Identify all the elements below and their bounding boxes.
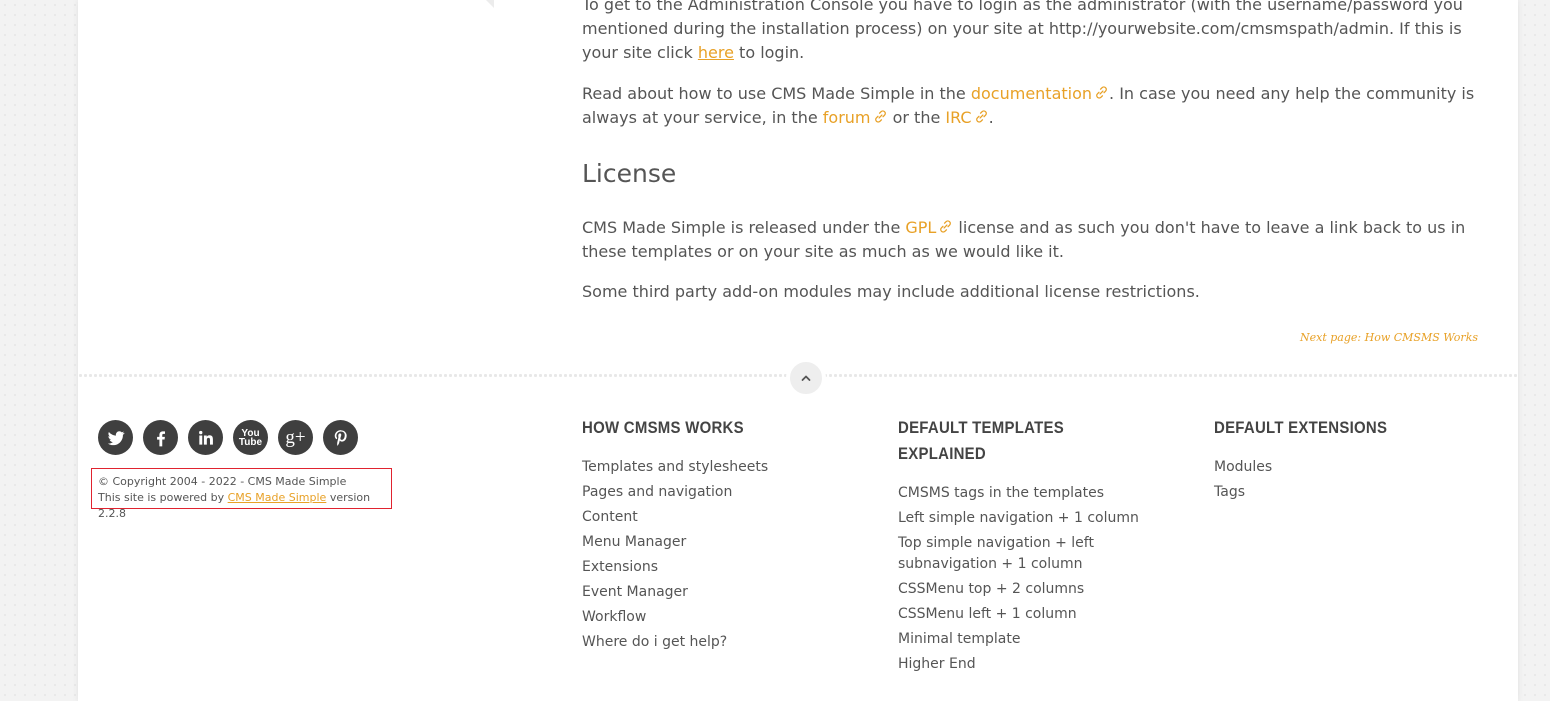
footer-link[interactable]: Content <box>582 507 862 528</box>
documentation-link[interactable]: documentation <box>971 84 1109 103</box>
footer-column-title: DEFAULT EXTENSIONS <box>1214 418 1388 437</box>
facebook-icon[interactable] <box>143 420 178 455</box>
docs-paragraph: Read about how to use CMS Made Simple in… <box>582 84 1475 127</box>
scroll-to-top-button[interactable] <box>786 358 826 398</box>
powered-by-text: This site is powered by CMS Made Simple … <box>98 491 371 520</box>
license-paragraph: CMS Made Simple is released under the GP… <box>582 218 1466 261</box>
external-link-icon <box>1096 86 1107 99</box>
footer-link[interactable]: Extensions <box>582 557 862 578</box>
next-page-link[interactable]: Next page: How CMSMS Works <box>1300 326 1478 350</box>
addon-license-paragraph: Some third party add-on modules may incl… <box>582 282 1200 301</box>
footer-link[interactable]: CSSMenu top + 2 columns <box>898 579 1188 600</box>
footer-link[interactable]: Top simple navigation + left subnavigati… <box>898 533 1188 575</box>
linkedin-icon[interactable] <box>188 420 223 455</box>
external-link-icon <box>975 110 987 123</box>
here-link[interactable]: here <box>698 43 734 62</box>
page-container: To get to the Administration Console you… <box>78 0 1518 701</box>
cms-made-simple-link[interactable]: CMS Made Simple <box>228 491 327 504</box>
social-links: You Tube g+ <box>98 420 358 455</box>
footer-link[interactable]: Left simple navigation + 1 column <box>898 508 1188 529</box>
decorative-corner <box>482 0 494 8</box>
external-link-icon <box>940 220 952 233</box>
external-link-icon <box>874 110 886 123</box>
footer-column-default-extensions: DEFAULT EXTENSIONS Modules Tags <box>1214 415 1494 507</box>
irc-link[interactable]: IRC <box>945 108 988 127</box>
copyright-text: © Copyright 2004 - 2022 - CMS Made Simpl… <box>98 475 347 488</box>
chevron-up-icon <box>801 375 811 381</box>
footer-column-default-templates: DEFAULT TEMPLATES EXPLAINED CMSMS tags i… <box>898 415 1188 679</box>
admin-paragraph: To get to the Administration Console you… <box>582 0 1463 62</box>
footer-link[interactable]: Minimal template <box>898 629 1188 650</box>
footer-link[interactable]: Menu Manager <box>582 532 862 553</box>
youtube-icon[interactable]: You Tube <box>233 420 268 455</box>
license-heading: License <box>582 159 677 188</box>
google-plus-icon[interactable]: g+ <box>278 420 313 455</box>
footer-column-title: HOW CMSMS WORKS <box>582 418 744 437</box>
gpl-link[interactable]: GPL <box>905 218 953 237</box>
footer-link[interactable]: CSSMenu left + 1 column <box>898 604 1188 625</box>
footer-link[interactable]: Where do i get help? <box>582 632 862 653</box>
footer-link[interactable]: Event Manager <box>582 582 862 603</box>
footer-link[interactable]: Templates and stylesheets <box>582 457 862 478</box>
footer-link[interactable]: Tags <box>1214 482 1494 503</box>
footer-link[interactable]: Workflow <box>582 607 862 628</box>
footer-link[interactable]: Higher End <box>898 654 1188 675</box>
footer-link[interactable]: CMSMS tags in the templates <box>898 483 1188 504</box>
footer-link[interactable]: Pages and navigation <box>582 482 862 503</box>
footer-column-title: DEFAULT TEMPLATES EXPLAINED <box>898 418 1065 463</box>
copyright-box: © Copyright 2004 - 2022 - CMS Made Simpl… <box>91 468 392 520</box>
footer-link[interactable]: Modules <box>1214 457 1494 478</box>
footer-column-how-cmsms-works: HOW CMSMS WORKS Templates and stylesheet… <box>582 415 862 657</box>
twitter-icon[interactable] <box>98 420 133 455</box>
pinterest-icon[interactable] <box>323 420 358 455</box>
forum-link[interactable]: forum <box>823 108 888 127</box>
